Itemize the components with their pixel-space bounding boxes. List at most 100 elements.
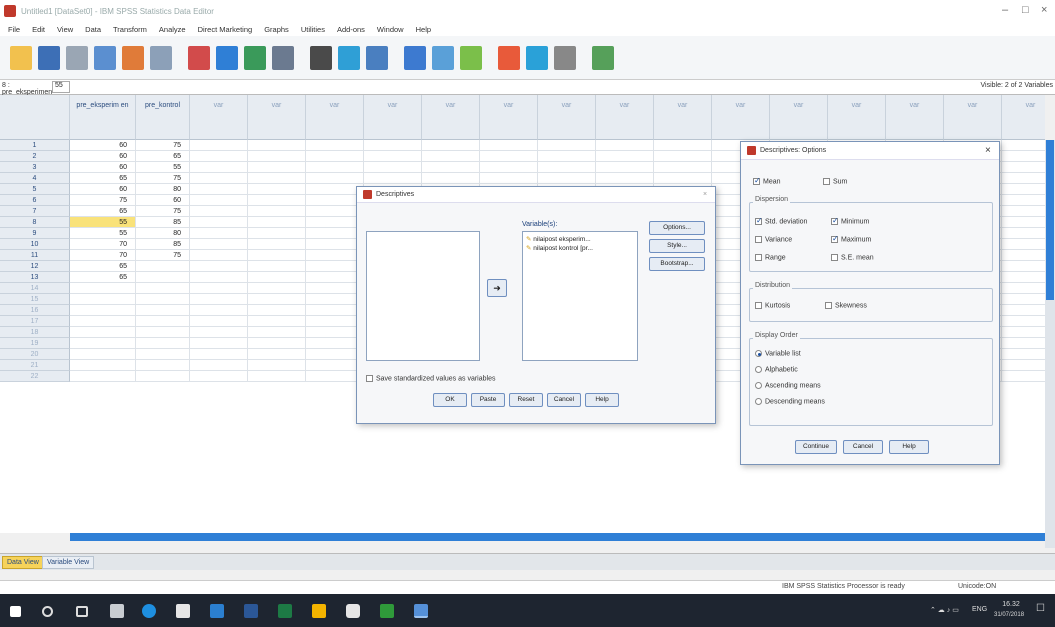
data-cell[interactable]: 80 — [136, 184, 190, 195]
sum-checkbox[interactable]: Sum — [823, 178, 847, 185]
data-cell[interactable] — [248, 338, 306, 349]
spss-taskbar-icon[interactable] — [414, 604, 428, 618]
continue-button[interactable]: Continue — [795, 440, 837, 454]
data-cell[interactable] — [422, 140, 480, 151]
data-cell[interactable] — [364, 173, 422, 184]
data-cell[interactable] — [190, 272, 248, 283]
data-cell[interactable] — [1002, 371, 1045, 382]
row-header[interactable]: 13 — [0, 272, 70, 283]
column-header[interactable]: var — [712, 95, 770, 140]
data-cell[interactable] — [248, 195, 306, 206]
menu-direct-marketing[interactable]: Direct Marketing — [198, 25, 253, 34]
clock-date[interactable]: 31/07/2018 — [994, 612, 1024, 618]
paste-button[interactable]: Paste — [471, 393, 505, 407]
options-help-button[interactable]: Help — [889, 440, 929, 454]
data-cell[interactable] — [190, 173, 248, 184]
data-cell[interactable] — [248, 151, 306, 162]
row-header[interactable]: 3 — [0, 162, 70, 173]
column-header[interactable]: var — [480, 95, 538, 140]
menu-transform[interactable]: Transform — [113, 25, 147, 34]
data-cell[interactable]: 75 — [70, 195, 136, 206]
data-cell[interactable]: 65 — [136, 151, 190, 162]
row-header[interactable]: 21 — [0, 360, 70, 371]
data-cell[interactable] — [364, 151, 422, 162]
data-cell[interactable] — [480, 151, 538, 162]
options-close-icon[interactable]: × — [985, 145, 991, 156]
insert-variable-icon[interactable] — [366, 45, 388, 70]
data-cell[interactable] — [248, 162, 306, 173]
ascending-means-radio[interactable]: Ascending means — [755, 382, 821, 389]
minimize-icon[interactable]: – — [1002, 4, 1008, 16]
options-cancel-button[interactable]: Cancel — [843, 440, 883, 454]
data-cell[interactable]: 65 — [70, 261, 136, 272]
data-cell[interactable] — [70, 371, 136, 382]
data-cell[interactable] — [1002, 173, 1045, 184]
data-cell[interactable] — [1002, 217, 1045, 228]
data-cell[interactable] — [190, 151, 248, 162]
column-header[interactable]: var — [886, 95, 944, 140]
word-icon[interactable] — [244, 604, 258, 618]
data-cell[interactable]: 70 — [70, 239, 136, 250]
run-descriptives-icon[interactable] — [272, 45, 294, 70]
data-cell[interactable]: 75 — [136, 250, 190, 261]
data-cell[interactable] — [248, 217, 306, 228]
row-header[interactable]: 4 — [0, 173, 70, 184]
data-cell[interactable] — [422, 151, 480, 162]
data-cell[interactable] — [596, 162, 654, 173]
data-cell[interactable]: 60 — [70, 184, 136, 195]
data-cell[interactable]: 85 — [136, 217, 190, 228]
data-cell[interactable] — [538, 151, 596, 162]
data-cell[interactable] — [248, 173, 306, 184]
data-cell[interactable] — [1002, 305, 1045, 316]
data-cell[interactable] — [136, 327, 190, 338]
data-cell[interactable] — [136, 360, 190, 371]
variables-icon[interactable] — [244, 45, 266, 70]
data-cell[interactable] — [1002, 206, 1045, 217]
row-header[interactable]: 19 — [0, 338, 70, 349]
data-cell[interactable] — [248, 184, 306, 195]
data-cell[interactable] — [190, 294, 248, 305]
column-header[interactable]: var — [828, 95, 886, 140]
language-indicator[interactable]: ENG — [972, 606, 987, 613]
data-cell[interactable] — [538, 173, 596, 184]
data-cell[interactable] — [306, 140, 364, 151]
column-header[interactable]: var — [248, 95, 306, 140]
variance-checkbox[interactable]: Variance — [755, 236, 792, 243]
tab-variable-view[interactable]: Variable View — [42, 556, 95, 569]
mean-checkbox[interactable]: Mean — [753, 176, 781, 185]
data-cell[interactable] — [248, 261, 306, 272]
row-header[interactable]: 10 — [0, 239, 70, 250]
row-header[interactable]: 7 — [0, 206, 70, 217]
row-header[interactable]: 9 — [0, 228, 70, 239]
row-header[interactable]: 5 — [0, 184, 70, 195]
find-icon[interactable] — [310, 45, 332, 70]
data-cell[interactable]: 75 — [136, 206, 190, 217]
row-header[interactable]: 17 — [0, 316, 70, 327]
data-cell[interactable] — [654, 151, 712, 162]
data-cell[interactable] — [596, 173, 654, 184]
save-standardized-checkbox[interactable]: Save standardized values as variables — [366, 375, 495, 382]
minimum-checkbox[interactable]: Minimum — [831, 216, 869, 225]
vertical-scroll-thumb[interactable] — [1046, 140, 1054, 300]
data-cell[interactable] — [248, 305, 306, 316]
data-cell[interactable] — [248, 272, 306, 283]
dialog-close-icon[interactable]: × — [703, 191, 707, 198]
data-cell[interactable] — [248, 283, 306, 294]
spelling-icon[interactable] — [592, 45, 614, 70]
kurtosis-checkbox[interactable]: Kurtosis — [755, 302, 790, 309]
data-cell[interactable] — [190, 250, 248, 261]
alphabetic-radio[interactable]: Alphabetic — [755, 366, 798, 373]
data-cell[interactable] — [480, 162, 538, 173]
data-cell[interactable] — [70, 316, 136, 327]
data-cell[interactable] — [364, 140, 422, 151]
source-variable-list[interactable] — [366, 231, 480, 361]
data-cell[interactable]: 75 — [136, 173, 190, 184]
task-view-icon[interactable] — [76, 606, 88, 617]
data-cell[interactable] — [480, 173, 538, 184]
close-icon[interactable]: × — [1041, 4, 1047, 16]
print-icon[interactable] — [66, 45, 88, 70]
data-cell[interactable] — [1002, 327, 1045, 338]
data-cell[interactable]: 55 — [70, 228, 136, 239]
weight-cases-icon[interactable] — [432, 45, 454, 70]
clock-time[interactable]: 16.32 — [998, 601, 1024, 608]
